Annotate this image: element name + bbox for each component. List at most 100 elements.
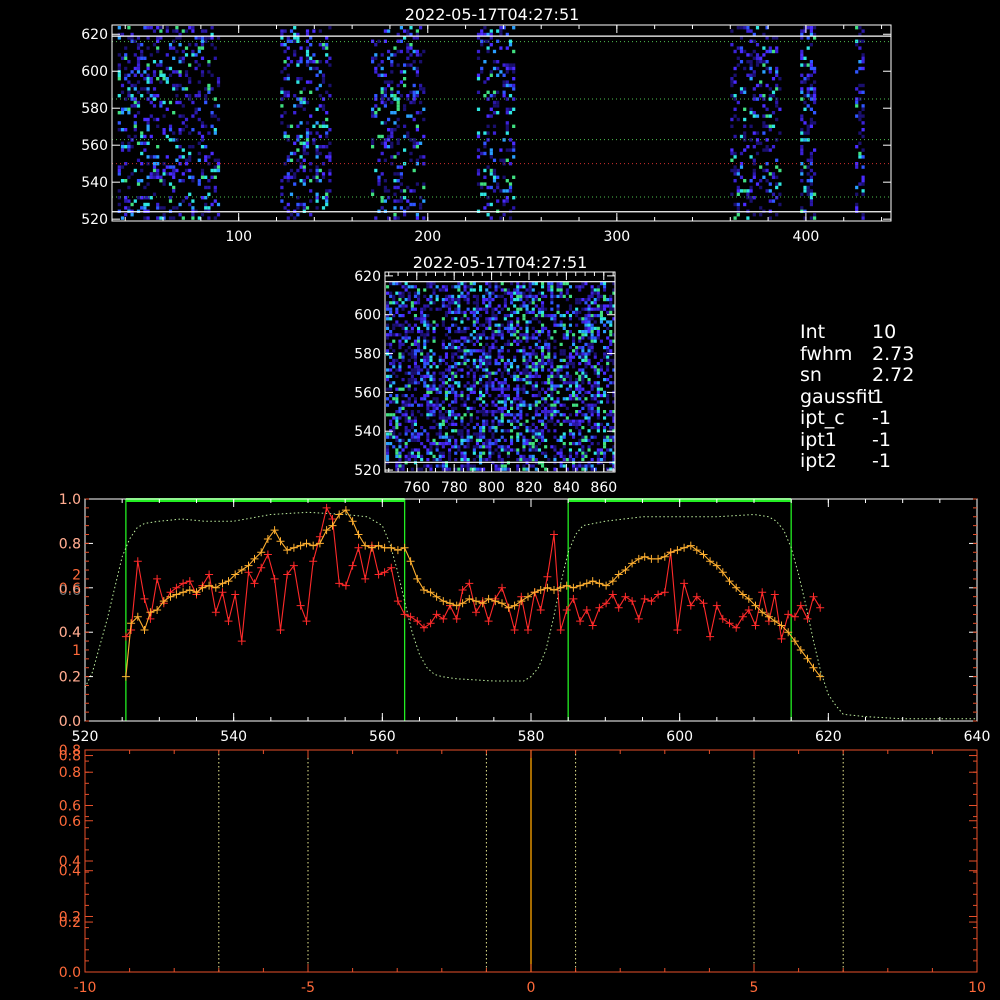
heatmap-cell (188, 26, 192, 30)
heatmap-cell (482, 355, 486, 359)
heatmap-cell (482, 301, 486, 305)
heatmap-cell (441, 371, 445, 375)
heatmap-cell (559, 374, 563, 378)
heatmap-cell (482, 419, 486, 423)
heatmap-cell (302, 145, 306, 149)
heatmap-cell (438, 355, 442, 359)
heatmap-cell (800, 36, 804, 40)
heatmap-cell (510, 314, 514, 318)
heatmap-cell (528, 301, 532, 305)
heatmap-cell (603, 355, 607, 359)
heatmap-cell (325, 199, 329, 203)
heatmap-cell (475, 416, 479, 420)
heatmap-cell (140, 56, 144, 60)
heatmap-cell (457, 301, 461, 305)
heatmap-cell (606, 438, 610, 442)
heatmap-cell (556, 365, 560, 369)
heatmap-cell (410, 330, 414, 334)
heatmap-cell (736, 206, 740, 210)
heatmap-cell (387, 49, 391, 54)
heatmap-cell (743, 26, 747, 30)
heatmap-cell (813, 66, 817, 71)
heatmap-cell (513, 298, 517, 302)
heatmap-cell (476, 73, 481, 77)
heatmap-cell (175, 158, 179, 162)
heatmap-cell (213, 114, 217, 118)
heatmap-cell (537, 419, 541, 423)
heatmap-cell (146, 141, 150, 145)
heatmap-cell (497, 410, 501, 414)
heatmap-cell (497, 304, 501, 308)
heatmap-cell (759, 94, 763, 98)
heatmap-cell (528, 442, 532, 446)
heatmap-cell (519, 349, 523, 353)
heatmap-cell (398, 445, 402, 449)
heatmap-cell (765, 148, 769, 152)
heatmap-cell (516, 323, 520, 327)
heatmap-cell (133, 87, 137, 91)
heatmap-cell (609, 301, 613, 305)
heatmap-cell (371, 189, 375, 193)
heatmap-cell (516, 320, 520, 324)
heatmap-cell (156, 216, 160, 220)
heatmap-cell (556, 288, 560, 292)
heatmap-cell (426, 314, 430, 318)
heatmap-cell (419, 60, 423, 64)
heatmap-cell (117, 172, 121, 176)
heatmap-cell (407, 358, 411, 362)
heatmap-cell (541, 451, 545, 455)
heatmap-cell (522, 314, 526, 318)
heatmap-cell (441, 419, 445, 423)
heatmap-cell (475, 301, 479, 305)
heatmap-cell (516, 288, 520, 292)
heatmap-cell (739, 87, 744, 91)
heatmap-cell (309, 189, 313, 193)
heatmap-cell (315, 66, 319, 71)
heatmap-cell (398, 387, 402, 391)
heatmap-cell (584, 352, 588, 356)
heatmap-cell (541, 381, 545, 385)
heatmap-cell (393, 46, 397, 50)
heatmap-cell (140, 179, 144, 183)
heatmap-cell (775, 175, 779, 179)
heatmap-cell (392, 323, 396, 327)
heatmap-cell (534, 410, 538, 414)
heatmap-cell (188, 63, 192, 67)
series-orange-point (211, 583, 220, 592)
series-red-point (588, 621, 597, 630)
heatmap-cell (803, 56, 807, 60)
heatmap-cell (146, 36, 150, 40)
heatmap-cell (159, 104, 163, 108)
heatmap-cell (396, 117, 400, 122)
heatmap-cell (216, 83, 221, 88)
heatmap-cell (482, 349, 486, 353)
heatmap-cell (149, 155, 153, 159)
heatmap-cell (809, 60, 813, 64)
heatmap-cell (194, 94, 198, 98)
series-red-point (510, 626, 519, 634)
heatmap-cell (590, 349, 594, 353)
heatmap-cell (556, 368, 560, 372)
heatmap-cell (435, 422, 439, 426)
heatmap-cell (528, 294, 532, 298)
heatmap-cell (401, 307, 405, 311)
heatmap-cell (525, 413, 529, 417)
y-tick-label: 0.6 (59, 799, 81, 815)
heatmap-cell (578, 336, 582, 340)
heatmap-cell (389, 432, 393, 436)
heatmap-cell (494, 387, 498, 391)
heatmap-cell (553, 352, 557, 356)
heatmap-cell (858, 60, 862, 64)
heatmap-cell (200, 213, 205, 217)
heatmap-cell (743, 131, 747, 135)
heatmap-cell (492, 66, 497, 71)
heatmap-cell (800, 49, 804, 54)
heatmap-cell (374, 94, 378, 98)
y-tick-label: 520 (354, 463, 381, 479)
heatmap-cell (184, 124, 189, 128)
heatmap-cell (606, 422, 610, 426)
heatmap-cell (120, 90, 125, 94)
heatmap-cell (213, 185, 217, 190)
series-red-point (354, 543, 363, 552)
heatmap-cell (302, 168, 306, 173)
